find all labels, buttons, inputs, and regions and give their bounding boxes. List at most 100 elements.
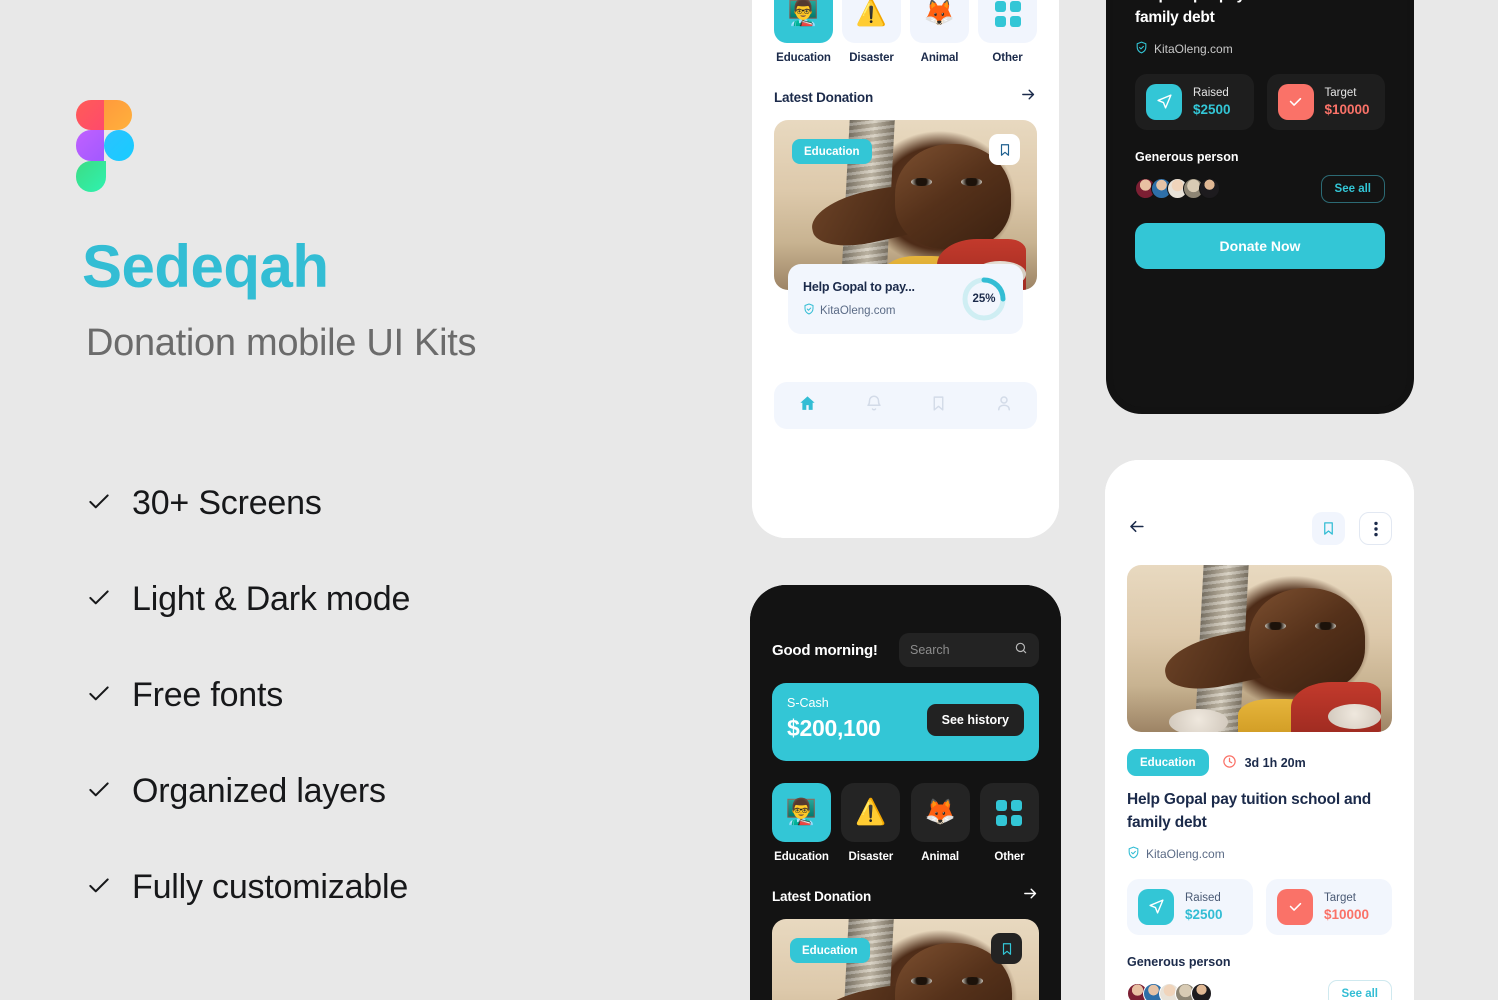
arrow-right-icon[interactable]	[1020, 86, 1037, 108]
donation-info-wrap: Help Gopal to pay... KitaOleng.com 25%	[774, 264, 1037, 334]
phone-detail-dark: Education 3d 1h 20m Help Gopal pay tuiti…	[1106, 0, 1414, 414]
stat-label: Target	[1324, 86, 1357, 99]
arrow-left-icon[interactable]	[1127, 517, 1146, 541]
detail-stats: Raised $2500 Target $10000	[1127, 878, 1392, 935]
shield-check-icon	[1127, 846, 1140, 862]
stat-value: $10000	[1324, 101, 1370, 117]
time-remaining-text: 3d 1h 20m	[1244, 755, 1306, 770]
category-list: 👨‍🏫 Education ⚠️ Disaster 🦊 Animal Other	[774, 0, 1037, 64]
home-screen-light: Good morning! Search S-Cash $200,100 See…	[752, 0, 1059, 538]
check-icon	[86, 490, 132, 516]
avatar	[1191, 983, 1212, 1000]
stat-raised: Raised $2500	[1135, 73, 1254, 130]
avatar	[1199, 178, 1220, 199]
detail-screen-light: Education 3d 1h 20m Help Gopal pay tuiti…	[1105, 460, 1414, 1000]
donation-title: Help Gopal to pay...	[803, 280, 915, 294]
section-title: Latest Donation	[772, 888, 872, 904]
see-all-button[interactable]: See all	[1327, 979, 1392, 1000]
check-icon	[1277, 888, 1313, 925]
generous-person-row: See all	[1127, 979, 1392, 1000]
category-icon-animal: 🦊	[910, 783, 970, 842]
bookmark-icon[interactable]	[930, 395, 947, 417]
send-icon	[1146, 83, 1182, 120]
search-input[interactable]: Search	[899, 633, 1039, 667]
brand-title: Sedeqah	[82, 233, 329, 300]
detail-title: Help Gopal pay tuition school and family…	[1135, 0, 1379, 27]
detail-meta: Education 3d 1h 20m	[1127, 749, 1392, 776]
progress-percent: 25%	[972, 293, 996, 305]
category-label: Education	[776, 52, 831, 64]
category-education[interactable]: 👨‍🏫 Education	[774, 0, 833, 64]
detail-stats: Raised $2500 Target $10000	[1135, 73, 1385, 130]
category-other[interactable]: Other	[978, 0, 1037, 64]
search-icon	[1014, 641, 1028, 660]
status-badge: Education	[1127, 749, 1209, 776]
bookmark-icon[interactable]	[989, 134, 1020, 165]
send-icon	[1138, 888, 1174, 925]
category-disaster[interactable]: ⚠️ Disaster	[842, 0, 901, 64]
arrow-right-icon[interactable]	[1022, 885, 1039, 907]
wallet-card: S-Cash $200,100 See history	[772, 683, 1039, 761]
check-icon	[86, 874, 132, 900]
detail-source: KitaOleng.com	[1127, 846, 1392, 862]
avatar-group	[1127, 983, 1212, 1000]
bookmark-icon[interactable]	[991, 933, 1022, 964]
feature-label: Organized layers	[132, 771, 386, 810]
category-label: Other	[992, 52, 1023, 64]
search-placeholder: Search	[910, 643, 950, 657]
status-badge: Education	[792, 139, 872, 164]
bottom-tabbar	[774, 382, 1037, 429]
donate-now-button[interactable]: Donate Now	[1135, 222, 1385, 269]
donation-info-card: Help Gopal to pay... KitaOleng.com 25%	[788, 264, 1023, 334]
feature-list: 30+ Screens Light & Dark mode Free fonts…	[86, 455, 646, 935]
status-badge: Education	[790, 938, 870, 963]
category-animal[interactable]: 🦊 Animal	[910, 0, 969, 64]
progress-ring: 25%	[960, 275, 1008, 323]
category-label: Education	[774, 851, 829, 863]
category-label: Disaster	[848, 851, 894, 863]
avatar-group	[1135, 178, 1220, 199]
category-disaster[interactable]: ⚠️ Disaster	[841, 783, 901, 863]
stat-label: Raised	[1185, 891, 1221, 904]
feature-label: Free fonts	[132, 675, 284, 714]
detail-header	[1127, 460, 1392, 545]
category-label: Disaster	[849, 52, 894, 64]
phone-detail-light: Education 3d 1h 20m Help Gopal pay tuiti…	[1105, 460, 1414, 1000]
user-icon[interactable]	[995, 394, 1013, 417]
donation-card[interactable]: Education	[772, 919, 1039, 1000]
brand-subtitle: Donation mobile UI Kits	[86, 322, 477, 364]
stat-value: $2500	[1185, 906, 1223, 922]
clock-icon	[1222, 754, 1237, 772]
phone-home-dark: Good morning! Search S-Cash $200,100 See…	[750, 585, 1061, 1000]
detail-source: KitaOleng.com	[1135, 41, 1385, 57]
latest-donation-header: Latest Donation	[772, 885, 1039, 907]
bookmark-icon[interactable]	[1312, 512, 1345, 545]
stat-target: Target $10000	[1266, 73, 1385, 130]
category-icon-disaster: ⚠️	[841, 783, 901, 842]
detail-source-text: KitaOleng.com	[1154, 41, 1233, 56]
feature-label: Light & Dark mode	[132, 579, 411, 618]
category-other[interactable]: Other	[979, 783, 1039, 863]
home-icon[interactable]	[798, 394, 817, 418]
stat-raised: Raised $2500	[1127, 878, 1253, 935]
stat-label: Raised	[1193, 86, 1229, 99]
category-icon-disaster: ⚠️	[842, 0, 901, 43]
detail-screen-dark: Education 3d 1h 20m Help Gopal pay tuiti…	[1113, 0, 1407, 407]
list-item: Light & Dark mode	[86, 551, 646, 647]
generous-person-title: Generous person	[1135, 149, 1239, 164]
check-icon	[86, 778, 132, 804]
bell-icon[interactable]	[865, 394, 883, 417]
category-label: Animal	[920, 52, 959, 64]
see-history-button[interactable]: See history	[926, 704, 1024, 736]
time-remaining: 3d 1h 20m	[1222, 754, 1306, 772]
more-vertical-icon[interactable]	[1359, 512, 1392, 545]
home-header: Good morning! Search	[772, 585, 1039, 667]
check-icon	[86, 586, 132, 612]
category-icon-animal: 🦊	[910, 0, 969, 43]
shield-check-icon	[1135, 41, 1148, 57]
category-education[interactable]: 👨‍🏫 Education	[772, 783, 831, 863]
category-animal[interactable]: 🦊 Animal	[910, 783, 970, 863]
donation-source-text: KitaOleng.com	[820, 304, 896, 317]
figma-logo-icon	[76, 100, 134, 192]
see-all-button[interactable]: See all	[1320, 174, 1385, 203]
